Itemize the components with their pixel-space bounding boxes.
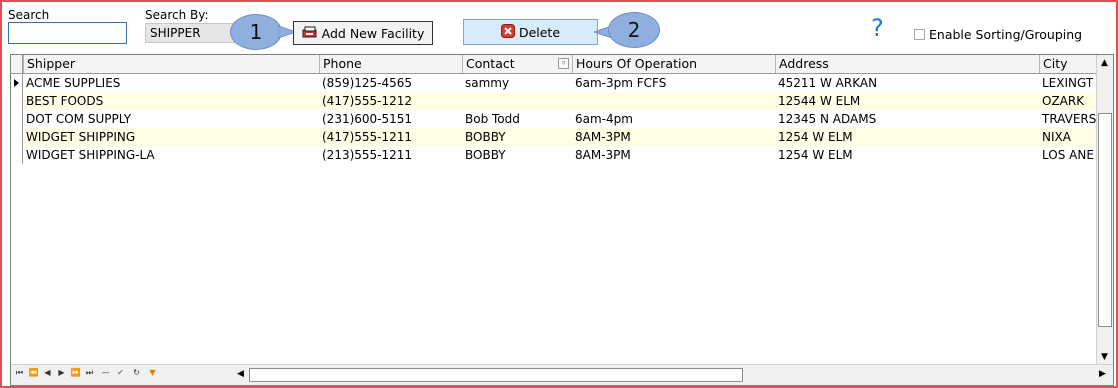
delete-button[interactable]: Delete: [463, 19, 598, 45]
cell-city[interactable]: OZARK: [1039, 92, 1101, 110]
vertical-scrollbar[interactable]: ▲ ▼: [1096, 55, 1113, 367]
navigator-bar: ⏮ ⏪ ◀ ▶ ⏩ ⏭ — ✔ ↻ ▼ ◀ ▶: [11, 364, 1113, 385]
callout-1: 1: [230, 14, 282, 50]
cell-hours[interactable]: [572, 92, 775, 110]
cell-phone[interactable]: (231)600-5151: [319, 110, 462, 128]
cell-contact[interactable]: BOBBY: [462, 146, 572, 164]
row-selector[interactable]: [11, 74, 23, 92]
vertical-scroll-thumb[interactable]: [1098, 113, 1112, 327]
cell-address[interactable]: 12345 N ADAMS: [775, 110, 1039, 128]
prev-record-icon[interactable]: ◀: [42, 368, 53, 377]
cell-hours[interactable]: 8AM-3PM: [572, 128, 775, 146]
remove-record-icon[interactable]: —: [100, 368, 111, 377]
search-label: Search: [8, 8, 50, 22]
filter-funnel-icon[interactable]: ▼: [147, 368, 158, 377]
cell-shipper[interactable]: DOT COM SUPPLY: [23, 110, 319, 128]
table-row[interactable]: BEST FOODS (417)555-1212 12544 W ELM OZARK: [11, 92, 1101, 110]
cell-contact[interactable]: BOBBY: [462, 128, 572, 146]
cell-phone[interactable]: (213)555-1211: [319, 146, 462, 164]
refresh-icon[interactable]: ↻: [131, 368, 142, 377]
header-selector: [11, 55, 23, 73]
column-header-shipper[interactable]: Shipper: [23, 55, 319, 73]
facility-panel: Search Search By: SHIPPER 1 Add New Faci…: [0, 0, 1118, 388]
sorting-label: Enable Sorting/Grouping: [929, 27, 1083, 42]
row-selector[interactable]: [11, 92, 23, 110]
column-header-city[interactable]: City: [1039, 55, 1101, 73]
grid-header: Shipper Phone Contact ▿ Hours Of Operati…: [11, 55, 1101, 74]
row-selector[interactable]: [11, 146, 23, 164]
search-by-select[interactable]: SHIPPER: [145, 23, 242, 43]
help-icon[interactable]: ?: [871, 14, 884, 42]
cell-contact[interactable]: Bob Todd: [462, 110, 572, 128]
table-row[interactable]: ACME SUPPLIES (859)125-4565 sammy 6am-3pm F…: [11, 74, 1101, 92]
cell-address[interactable]: 1254 W ELM: [775, 128, 1039, 146]
table-row[interactable]: WIDGET SHIPPING-LA (213)555-1211 BOBBY 8AM-…: [11, 146, 1101, 164]
cell-shipper[interactable]: WIDGET SHIPPING-LA: [23, 146, 319, 164]
row-selector[interactable]: [11, 128, 23, 146]
next-page-icon[interactable]: ⏩: [70, 368, 81, 377]
cell-hours[interactable]: 6am-3pm FCFS: [572, 74, 775, 92]
cell-address[interactable]: 1254 W ELM: [775, 146, 1039, 164]
enable-sorting-grouping[interactable]: Enable Sorting/Grouping: [914, 27, 1082, 42]
cell-address[interactable]: 45211 W ARKAN: [775, 74, 1039, 92]
scroll-left-icon[interactable]: ◀: [233, 367, 248, 382]
horizontal-scrollbar[interactable]: ◀ ▶: [233, 367, 1113, 383]
cell-hours[interactable]: 6am-4pm: [572, 110, 775, 128]
scroll-right-icon[interactable]: ▶: [1095, 367, 1110, 382]
last-page-icon[interactable]: ⏭: [84, 368, 95, 378]
table-row[interactable]: WIDGET SHIPPING (417)555-1211 BOBBY 8AM-3PM…: [11, 128, 1101, 146]
cell-city[interactable]: TRAVERS: [1039, 110, 1101, 128]
facility-grid: Shipper Phone Contact ▿ Hours Of Operati…: [10, 54, 1114, 386]
cell-shipper[interactable]: BEST FOODS: [23, 92, 319, 110]
row-selector[interactable]: [11, 110, 23, 128]
delete-icon: [500, 23, 515, 41]
cell-shipper[interactable]: ACME SUPPLIES: [23, 74, 319, 92]
table-row[interactable]: DOT COM SUPPLY (231)600-5151 Bob Todd 6am-4…: [11, 110, 1101, 128]
cell-city[interactable]: NIXA: [1039, 128, 1101, 146]
prev-page-icon[interactable]: ⏪: [28, 368, 39, 377]
cell-city[interactable]: LEXINGT: [1039, 74, 1101, 92]
horizontal-scroll-thumb[interactable]: [249, 368, 743, 382]
cell-phone[interactable]: (417)555-1211: [319, 128, 462, 146]
cell-shipper[interactable]: WIDGET SHIPPING: [23, 128, 319, 146]
cell-city[interactable]: LOS ANE: [1039, 146, 1101, 164]
first-page-icon[interactable]: ⏮: [14, 368, 25, 378]
delete-label: Delete: [518, 24, 561, 40]
cell-contact[interactable]: sammy: [462, 74, 572, 92]
sorting-checkbox[interactable]: [914, 29, 925, 40]
cell-phone[interactable]: (417)555-1212: [319, 92, 462, 110]
next-record-icon[interactable]: ▶: [56, 368, 67, 377]
current-row-icon: [14, 79, 19, 87]
cell-phone[interactable]: (859)125-4565: [319, 74, 462, 92]
add-facility-icon: [302, 25, 318, 42]
filter-icon[interactable]: ▿: [558, 58, 569, 69]
add-new-facility-label: Add New Facility: [321, 25, 425, 41]
column-header-phone[interactable]: Phone: [319, 55, 462, 73]
cell-contact[interactable]: [462, 92, 572, 110]
search-by-value: SHIPPER: [150, 26, 201, 40]
search-input[interactable]: [8, 22, 127, 44]
cell-hours[interactable]: 8AM-3PM: [572, 146, 775, 164]
callout-2: 2: [608, 12, 660, 48]
save-record-icon[interactable]: ✔: [115, 368, 126, 377]
search-by-label: Search By:: [145, 8, 209, 22]
column-header-contact[interactable]: Contact ▿: [462, 55, 572, 73]
add-new-facility-button[interactable]: Add New Facility: [293, 21, 433, 45]
scroll-down-icon[interactable]: ▼: [1097, 350, 1112, 365]
column-header-address[interactable]: Address: [775, 55, 1039, 73]
cell-address[interactable]: 12544 W ELM: [775, 92, 1039, 110]
scroll-up-icon[interactable]: ▲: [1097, 56, 1112, 71]
column-header-hours[interactable]: Hours Of Operation: [572, 55, 775, 73]
